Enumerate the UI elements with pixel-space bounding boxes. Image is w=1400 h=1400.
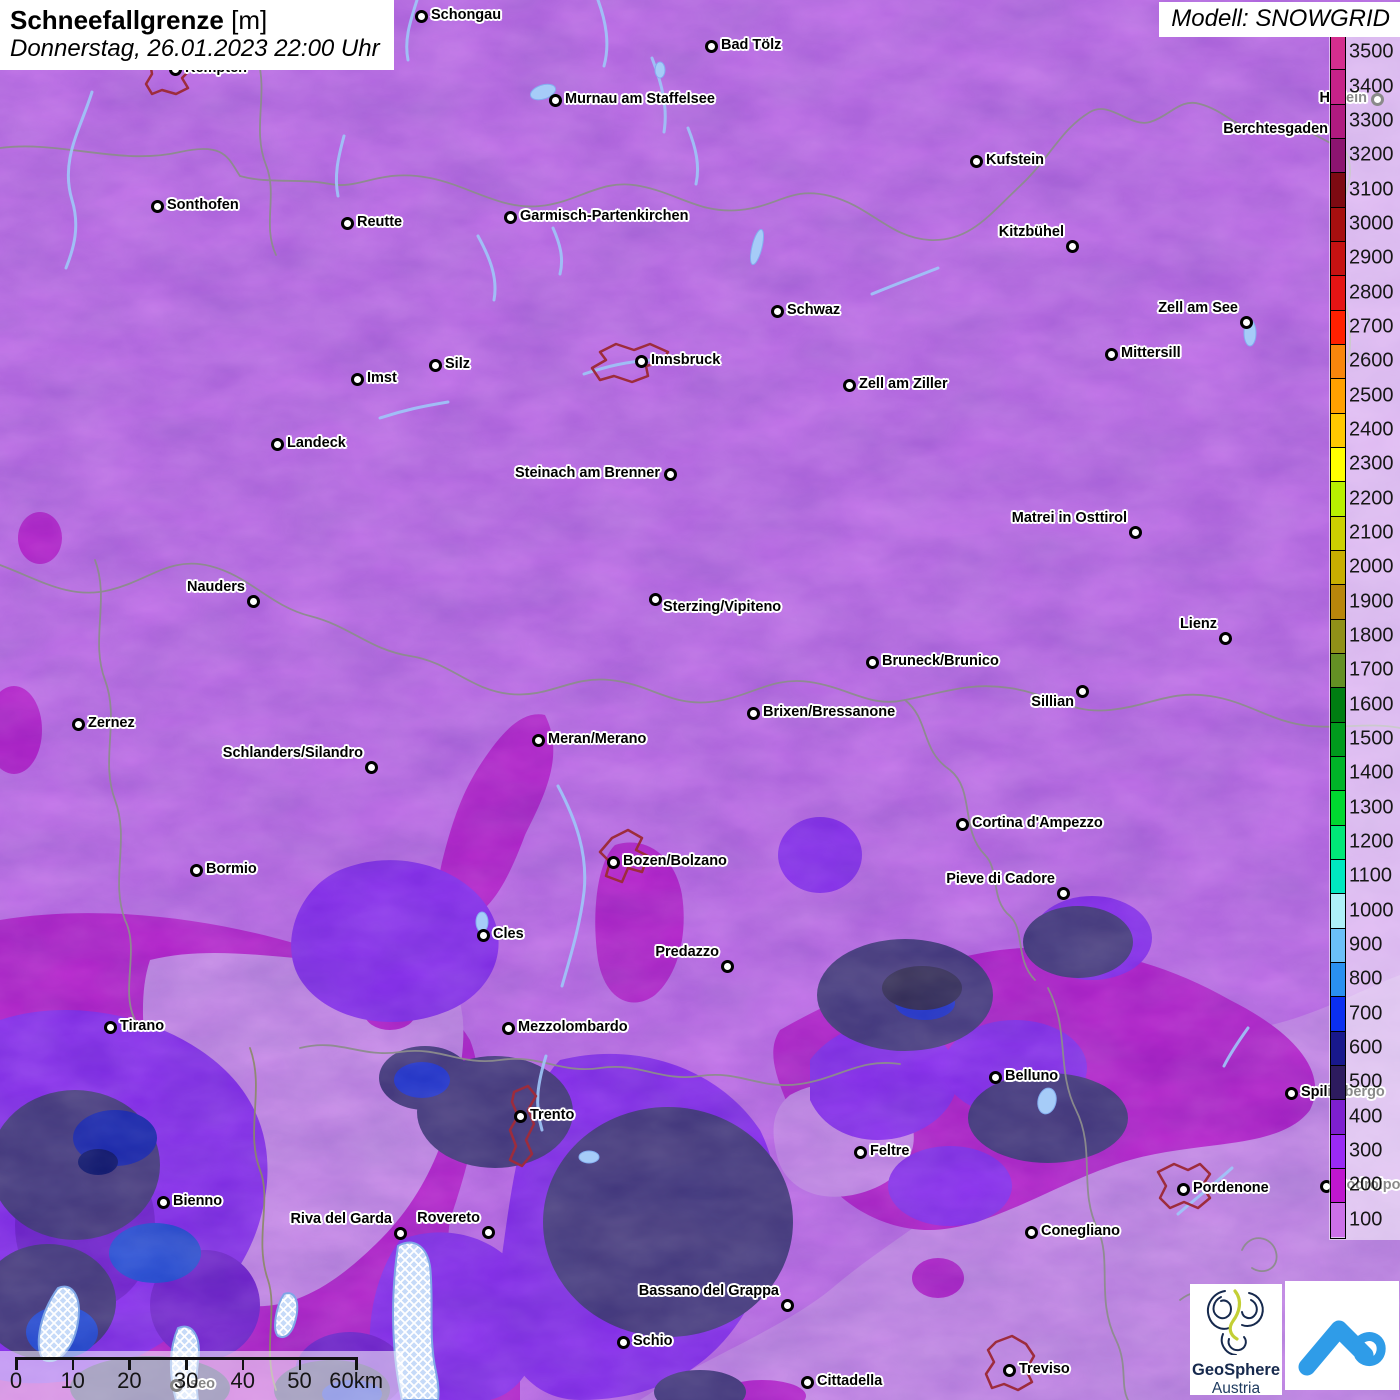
- title-box: Schneefallgrenze [m] Donnerstag, 26.01.2…: [0, 0, 394, 70]
- valid-datetime: Donnerstag, 26.01.2023 22:00 Uhr: [10, 35, 380, 62]
- map-chrome: Schneefallgrenze [m] Donnerstag, 26.01.2…: [0, 0, 1400, 1400]
- title-parameter: Schneefallgrenze: [10, 5, 224, 35]
- geosphere-accent-stroke: [1228, 1289, 1242, 1341]
- geosphere-country: Austria: [1211, 1380, 1261, 1397]
- mountain-icon: [1298, 1320, 1386, 1376]
- model-label: Modell: SNOWGRID: [1159, 2, 1400, 37]
- geosphere-logo: GeoSphere Austria: [1190, 1284, 1282, 1397]
- snowgrid-map-screenshot: BerchtesgadenHalleinSpilimbergoCodroipoI…: [0, 0, 1400, 1400]
- page-title: Schneefallgrenze [m]: [10, 5, 380, 35]
- geosphere-wordmark: GeoSphere: [1191, 1361, 1281, 1379]
- mountain-logo: [1285, 1281, 1399, 1390]
- title-unit: [m]: [231, 5, 268, 35]
- geosphere-contours-icon: [1207, 1289, 1264, 1356]
